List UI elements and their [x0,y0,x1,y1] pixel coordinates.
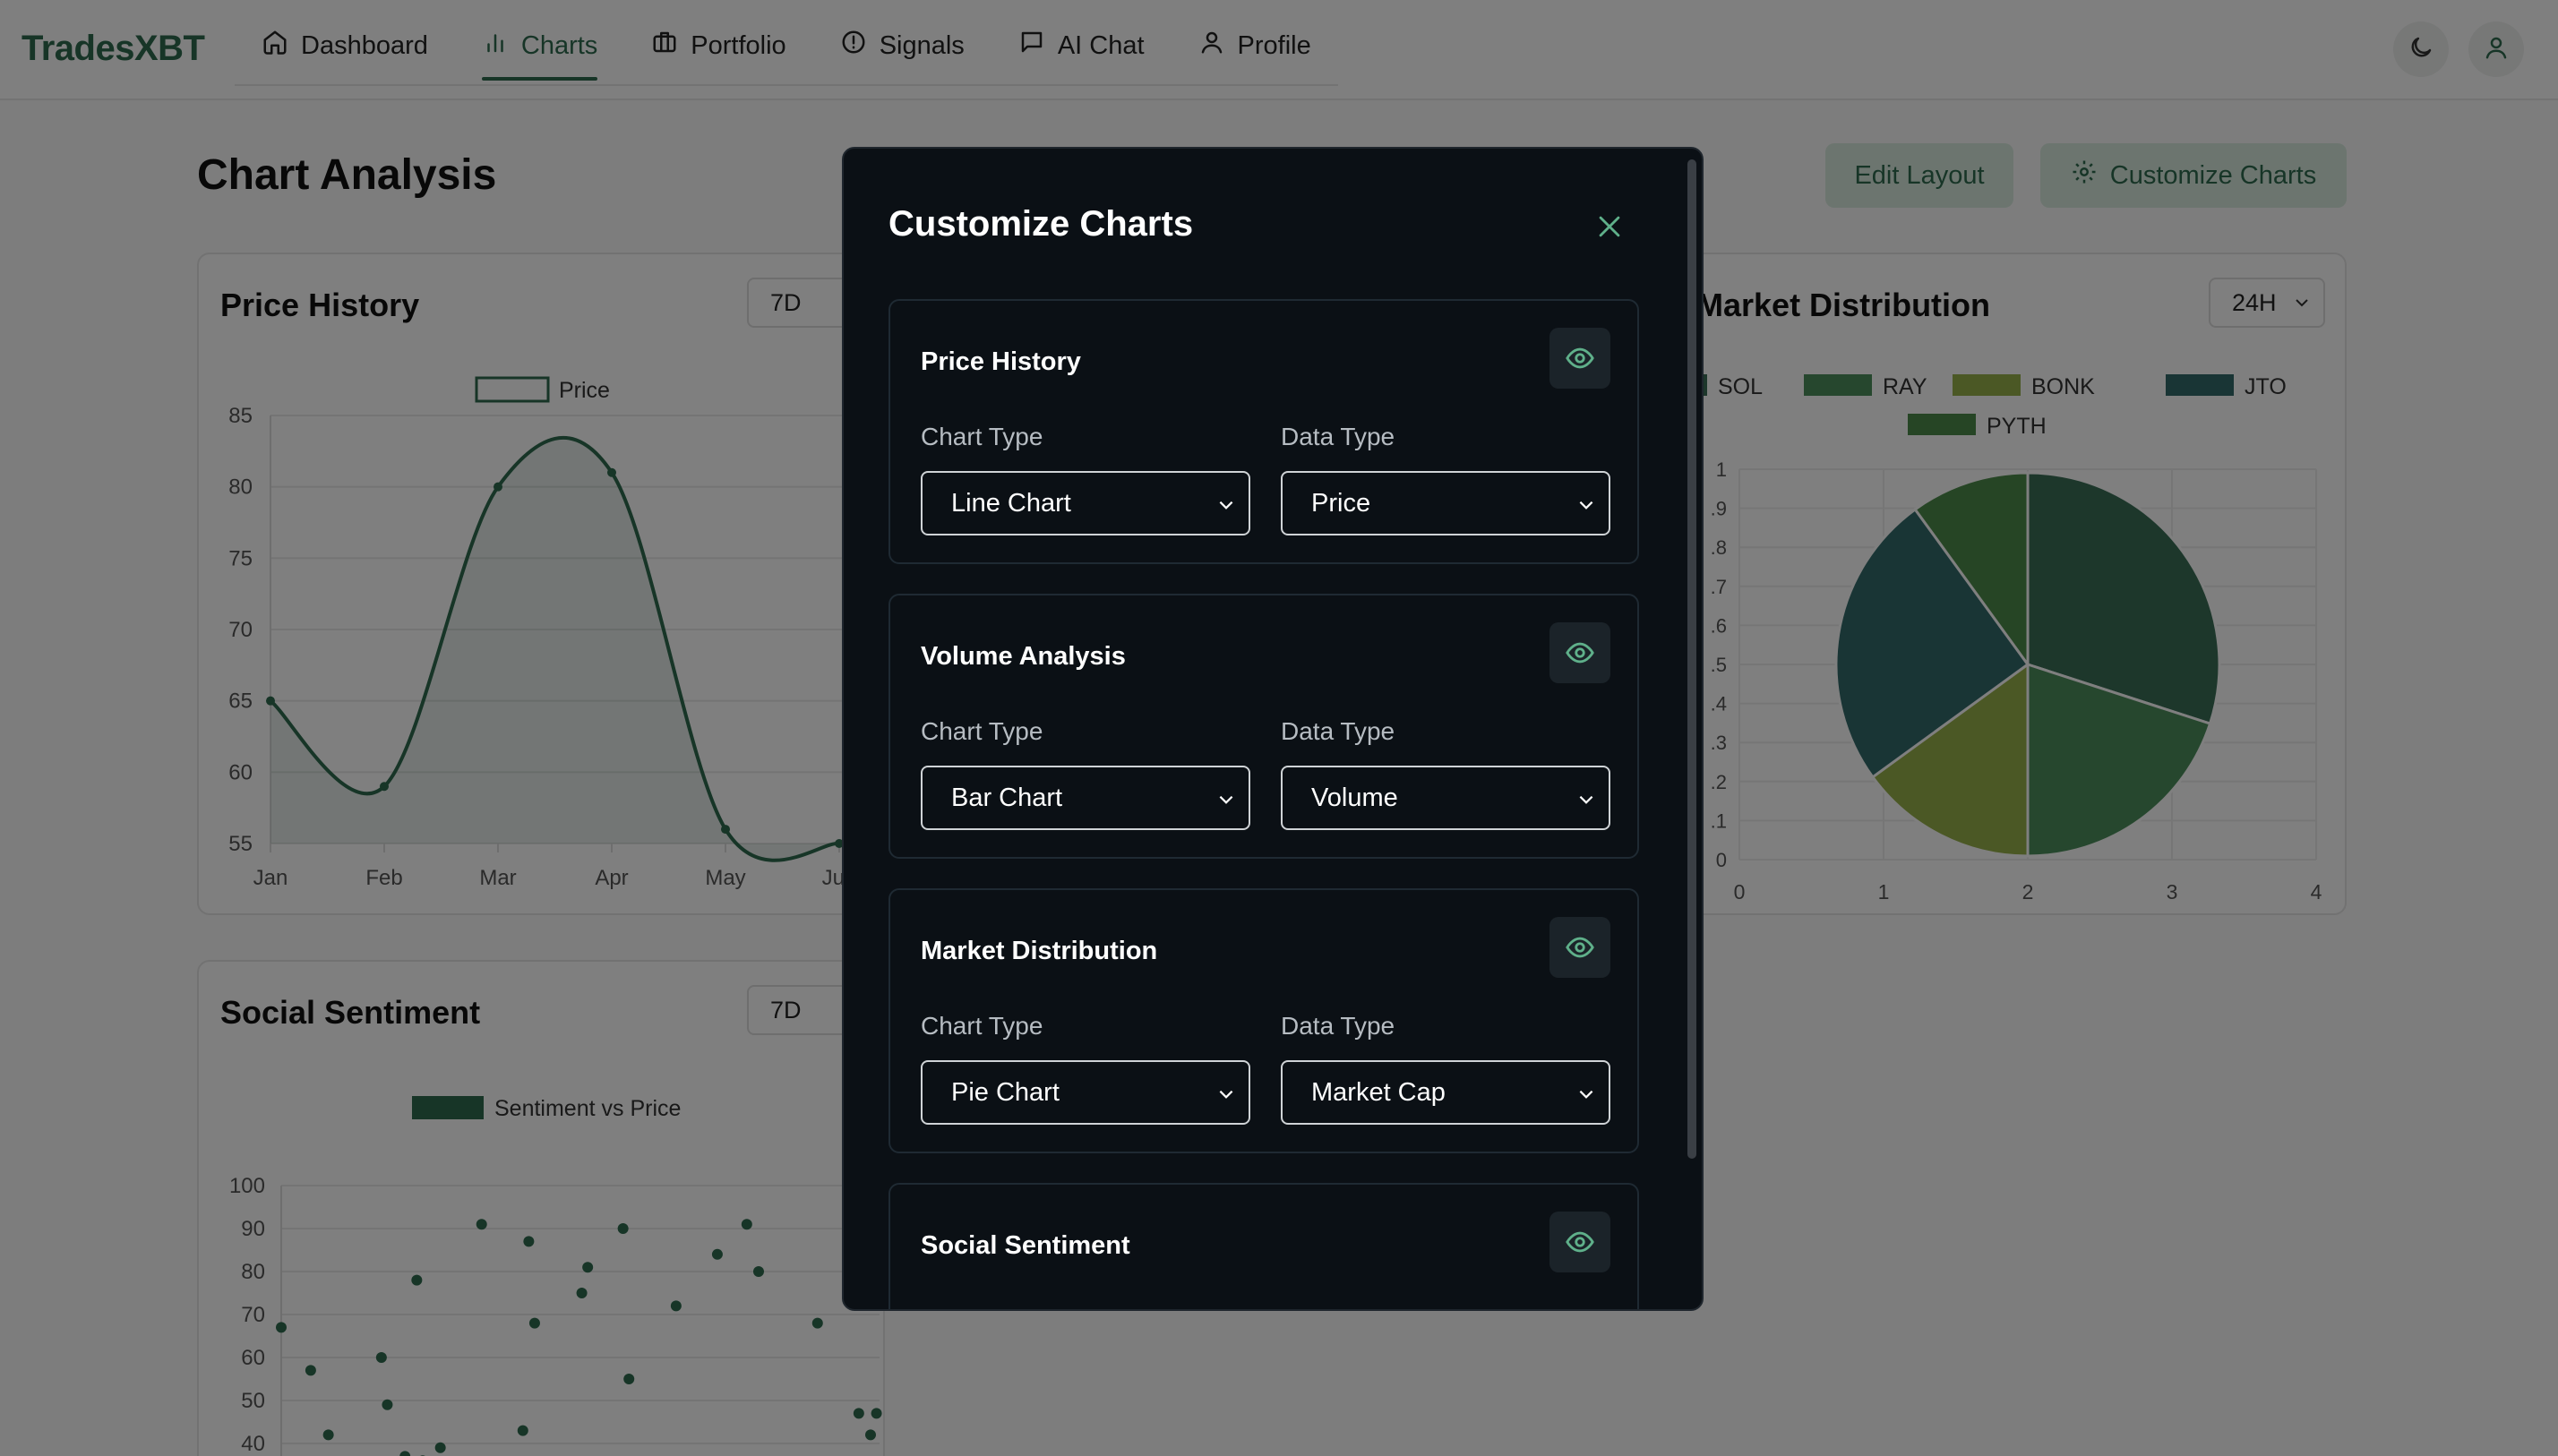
eye-icon [1566,1231,1594,1253]
chart-type-select[interactable]: Line Chart [921,471,1250,535]
section-title: Social Sentiment [921,1231,1130,1260]
section-title: Market Distribution [921,937,1158,965]
chevron-down-icon [1219,501,1233,510]
section-title: Volume Analysis [921,642,1126,671]
data-type-value: Market Cap [1311,1077,1446,1107]
section-market-distribution: Market Distribution Chart Type Data Type… [888,888,1639,1153]
chart-type-label: Chart Type [921,423,1043,450]
section-title: Price History [921,347,1081,376]
data-type-label: Data Type [1281,717,1395,745]
customize-charts-modal: Customize Charts Price History Chart Typ… [842,147,1704,1311]
chevron-down-icon [1219,1090,1233,1099]
chart-type-label: Chart Type [921,717,1043,745]
close-button[interactable] [1587,204,1632,249]
data-type-select[interactable]: Market Cap [1281,1060,1610,1125]
visibility-toggle-button[interactable] [1549,917,1610,978]
chart-type-value: Line Chart [951,488,1071,518]
section-social-sentiment: Social Sentiment [888,1183,1639,1309]
eye-icon [1566,937,1594,958]
chevron-down-icon [1579,501,1593,510]
chevron-down-icon [1579,795,1593,804]
data-type-select[interactable]: Price [1281,471,1610,535]
close-icon [1599,216,1620,237]
data-type-value: Price [1311,488,1371,518]
data-type-select[interactable]: Volume [1281,766,1610,830]
modal-title: Customize Charts [888,204,1194,244]
eye-icon [1566,347,1594,369]
chevron-down-icon [1219,795,1233,804]
chart-type-select[interactable]: Pie Chart [921,1060,1250,1125]
chevron-down-icon [1579,1090,1593,1099]
eye-icon [1566,642,1594,664]
page: TradesXBT Dashboard Charts Portfolio Sig… [0,0,2558,1456]
modal-scrollbar-thumb[interactable] [1687,159,1696,1159]
chart-type-value: Pie Chart [951,1077,1060,1107]
chart-type-select[interactable]: Bar Chart [921,766,1250,830]
data-type-label: Data Type [1281,423,1395,450]
visibility-toggle-button[interactable] [1549,1212,1610,1272]
visibility-toggle-button[interactable] [1549,622,1610,683]
section-volume-analysis: Volume Analysis Chart Type Data Type Bar… [888,594,1639,859]
section-price-history: Price History Chart Type Data Type Line … [888,299,1639,564]
data-type-label: Data Type [1281,1012,1395,1040]
visibility-toggle-button[interactable] [1549,328,1610,389]
data-type-value: Volume [1311,783,1398,812]
chart-type-value: Bar Chart [951,783,1063,812]
chart-type-label: Chart Type [921,1012,1043,1040]
